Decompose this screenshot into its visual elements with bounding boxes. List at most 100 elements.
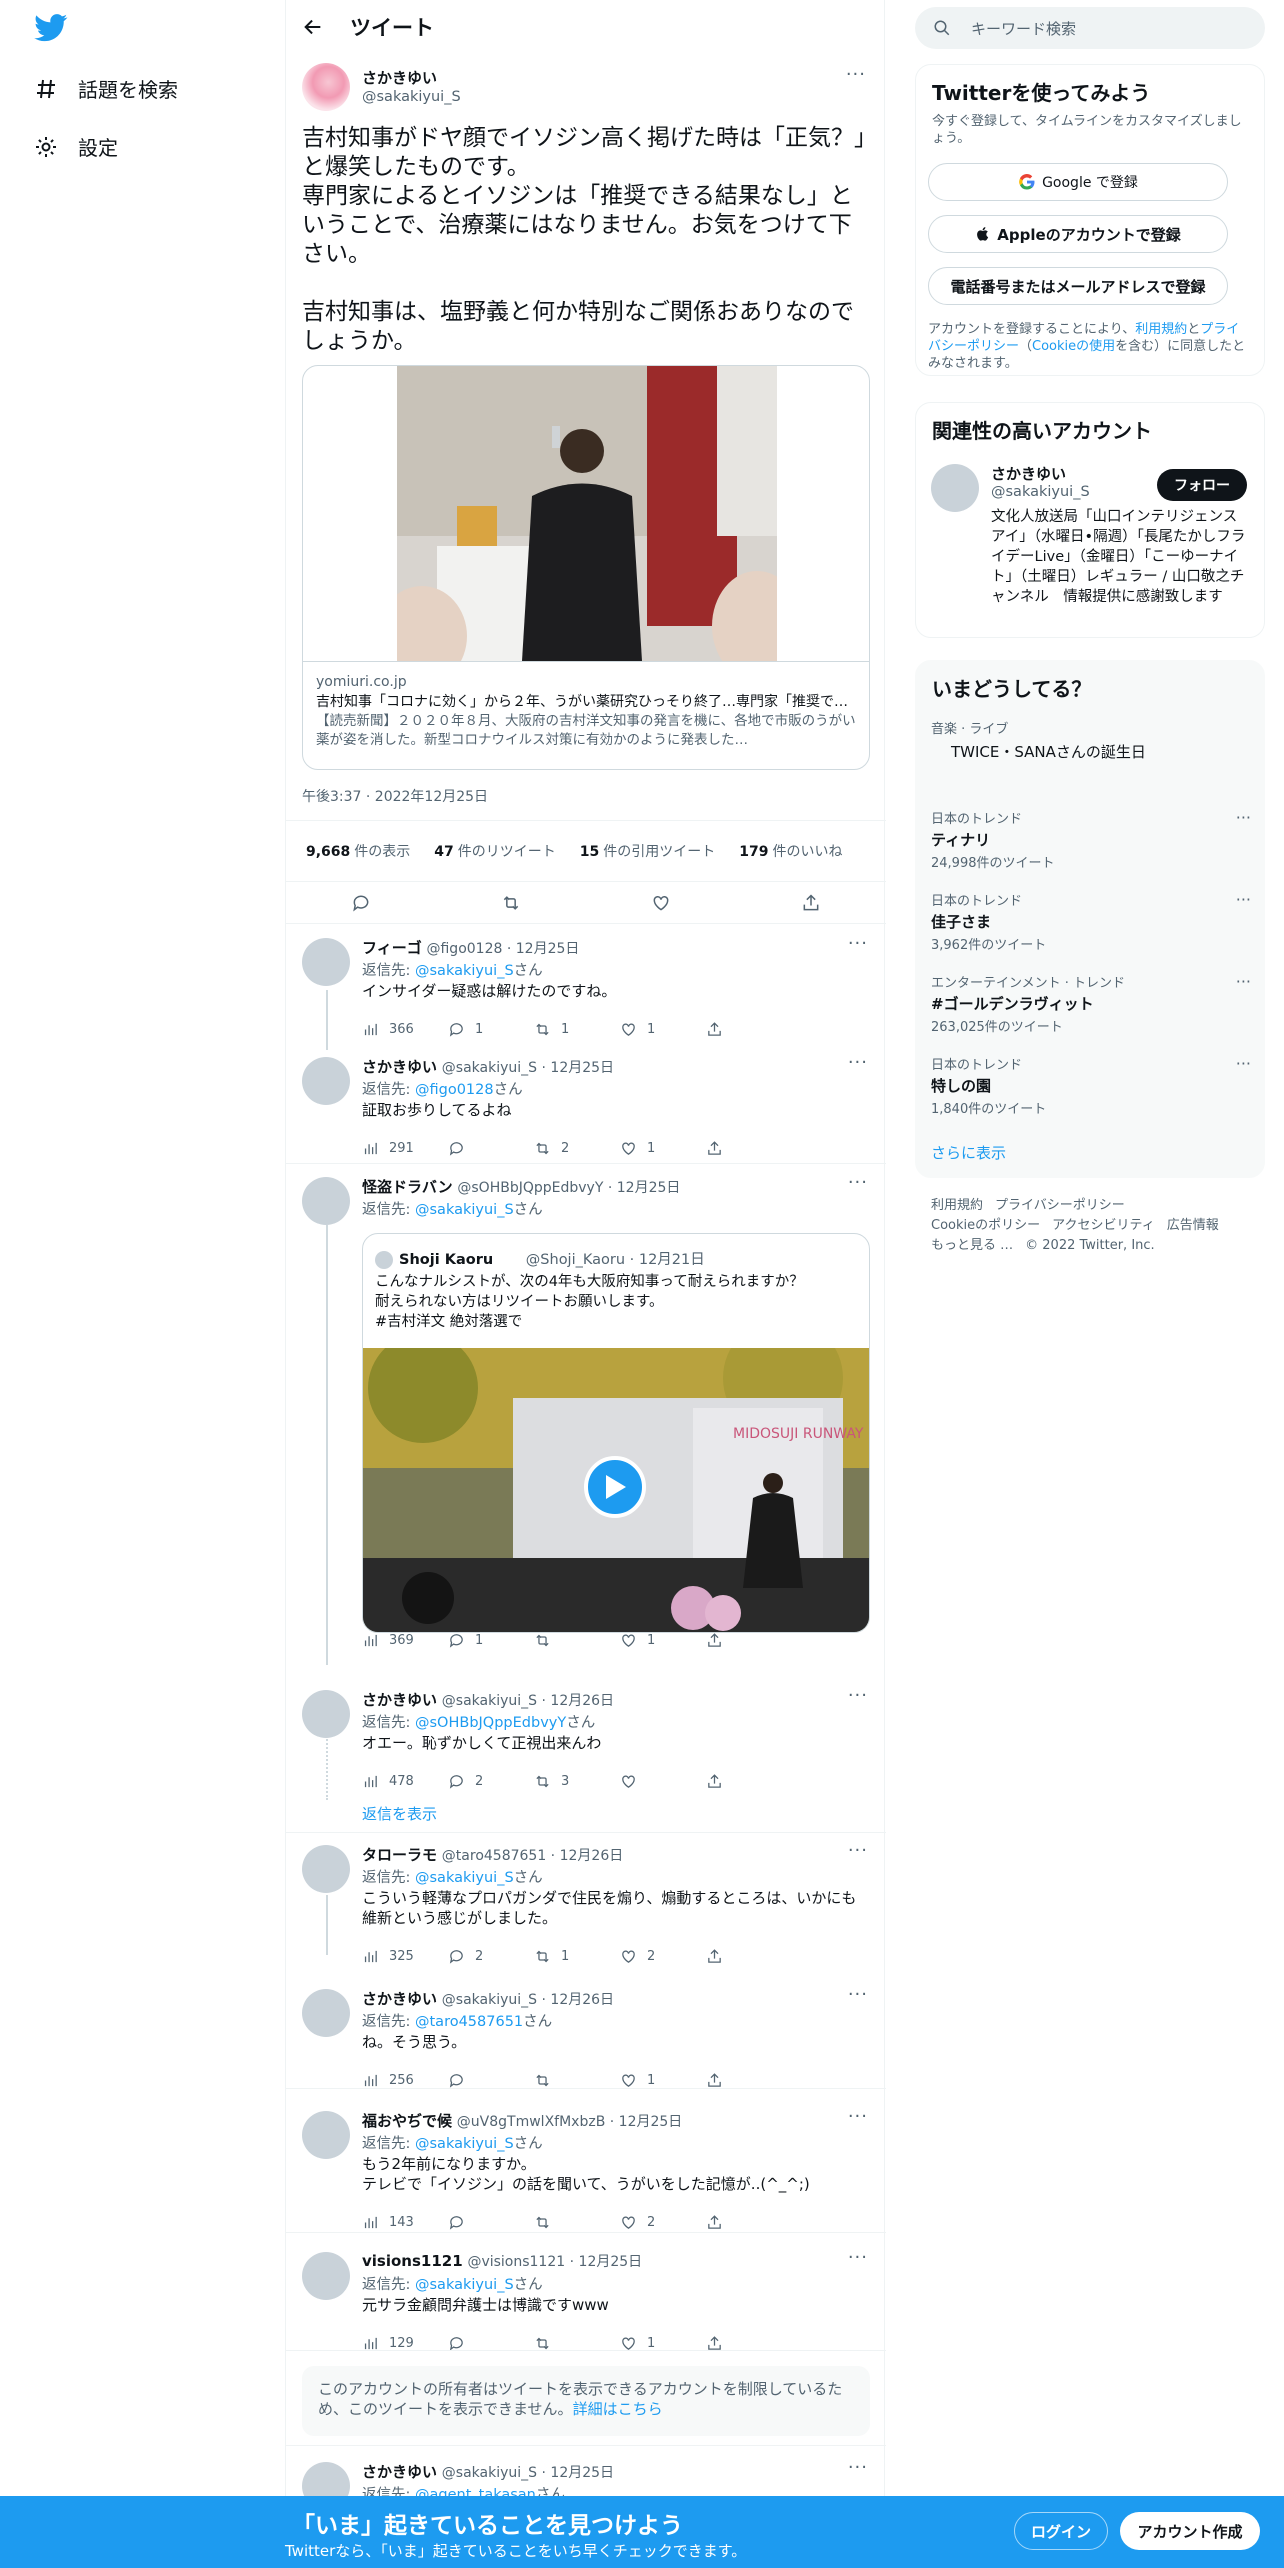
- footer-more[interactable]: もっと見る …: [931, 1238, 1013, 1253]
- follow-button[interactable]: フォロー: [1157, 469, 1247, 501]
- avatar[interactable]: [302, 2252, 350, 2300]
- like-button[interactable]: [620, 1773, 706, 1790]
- more-icon[interactable]: ···: [848, 2457, 868, 2478]
- reply-author[interactable]: 怪盗ドラバン @sOHBbJQppEdbvyY · 12月25日: [362, 1176, 680, 1197]
- reply-button[interactable]: 1: [448, 1021, 534, 1038]
- retweet-icon[interactable]: [501, 893, 521, 913]
- stat-retweets[interactable]: 47 件のリツイート: [434, 841, 555, 861]
- author-handle[interactable]: @sakakiyui_S: [362, 89, 461, 105]
- related-handle[interactable]: @sakakiyui_S: [991, 484, 1090, 500]
- avatar[interactable]: [302, 2111, 350, 2159]
- retweet-button[interactable]: 1: [534, 1021, 620, 1038]
- google-signup-button[interactable]: Google で登録: [928, 163, 1228, 201]
- retweet-button[interactable]: [534, 2214, 620, 2231]
- show-more-trends[interactable]: さらに表示: [931, 1142, 1006, 1163]
- nav-explore[interactable]: 話題を検索: [34, 74, 178, 103]
- footer-accessibility[interactable]: アクセシビリティ: [1052, 1218, 1155, 1233]
- show-replies-link[interactable]: 返信を表示: [362, 1803, 437, 1824]
- trend-item[interactable]: 日本のトレンド ティナリ 24,998件のツイート ···: [931, 808, 1251, 871]
- avatar[interactable]: [302, 1690, 350, 1738]
- reply-author[interactable]: さかきゆい @sakakiyui_S · 12月25日: [362, 2461, 614, 2482]
- reply-to-link[interactable]: @sakakiyui_S: [415, 2277, 514, 2293]
- more-icon[interactable]: ···: [1236, 890, 1251, 909]
- views-stat[interactable]: 369: [362, 1632, 448, 1649]
- more-icon[interactable]: ···: [1236, 1054, 1251, 1073]
- related-avatar[interactable]: [931, 464, 979, 512]
- twitter-logo-icon[interactable]: [34, 14, 68, 42]
- share-button[interactable]: [706, 2214, 792, 2231]
- reply-author[interactable]: visions1121 @visions1121 · 12月25日: [362, 2251, 642, 2271]
- avatar[interactable]: [302, 1177, 350, 1225]
- reply-to-link[interactable]: @figo0128: [415, 1082, 494, 1098]
- login-button[interactable]: ログイン: [1014, 2512, 1108, 2550]
- phone-signup-button[interactable]: 電話番号またはメールアドレスで登録: [928, 267, 1228, 305]
- avatar[interactable]: [302, 1989, 350, 2037]
- author-name[interactable]: さかきゆい: [362, 67, 437, 88]
- reply-author[interactable]: さかきゆい @sakakiyui_S · 12月25日: [362, 1056, 614, 1077]
- reply-button[interactable]: 2: [448, 1948, 534, 1965]
- reply-to-link[interactable]: @sOHBbJQppEdbvyY: [415, 1715, 566, 1731]
- share-button[interactable]: [706, 1773, 792, 1790]
- reply-button[interactable]: 1: [448, 1632, 534, 1649]
- avatar[interactable]: [302, 1845, 350, 1893]
- quoted-tweet[interactable]: Shoji Kaoru @Shoji_Kaoru · 12月21日 こんなナルシ…: [362, 1233, 870, 1633]
- like-button[interactable]: 1: [620, 1632, 706, 1649]
- views-stat[interactable]: 478: [362, 1773, 448, 1790]
- reply-to-link[interactable]: @sakakiyui_S: [415, 2136, 514, 2152]
- footer-cookie[interactable]: Cookieのポリシー: [931, 1218, 1040, 1233]
- avatar[interactable]: [302, 1057, 350, 1105]
- cookie-link[interactable]: Cookieの使用: [1032, 339, 1115, 354]
- avatar[interactable]: [302, 938, 350, 986]
- views-stat[interactable]: 256: [362, 2072, 448, 2089]
- views-stat[interactable]: 366: [362, 1021, 448, 1038]
- share-button[interactable]: [706, 2072, 792, 2089]
- more-icon[interactable]: ···: [1236, 972, 1251, 991]
- reply-author[interactable]: 福おやぢで候 @uV8gTmwlXfMxbzB · 12月25日: [362, 2110, 682, 2131]
- views-stat[interactable]: 291: [362, 1140, 448, 1157]
- learn-more-link[interactable]: 詳細はこちら: [573, 2400, 663, 2418]
- trend-item[interactable]: エンターテインメント · トレンド #ゴールデンラヴィット 263,025件のツ…: [931, 972, 1251, 1035]
- trend-item[interactable]: 日本のトレンド 佳子さま 3,962件のツイート ···: [931, 890, 1251, 953]
- more-icon[interactable]: ···: [848, 1685, 868, 1706]
- more-icon[interactable]: ···: [848, 933, 868, 954]
- more-icon[interactable]: ···: [848, 1052, 868, 1073]
- retweet-button[interactable]: 3: [534, 1773, 620, 1790]
- reply-to-link[interactable]: @sakakiyui_S: [415, 963, 514, 979]
- reply-to-link[interactable]: @taro4587651: [415, 2014, 523, 2030]
- reply-author[interactable]: フィーゴ @figo0128 · 12月25日: [362, 937, 579, 958]
- retweet-button[interactable]: [534, 1632, 620, 1649]
- more-icon[interactable]: ···: [846, 64, 866, 85]
- terms-link[interactable]: 利用規約: [1135, 322, 1187, 337]
- reply-button[interactable]: [448, 2072, 534, 2089]
- reply-button[interactable]: 2: [448, 1773, 534, 1790]
- reply-to-link[interactable]: @sakakiyui_S: [415, 1870, 514, 1886]
- reply-author[interactable]: さかきゆい @sakakiyui_S · 12月26日: [362, 1689, 614, 1710]
- more-icon[interactable]: ···: [848, 1172, 868, 1193]
- like-button[interactable]: 1: [620, 1021, 706, 1038]
- apple-signup-button[interactable]: Appleのアカウントで登録: [928, 215, 1228, 253]
- reply-to-link[interactable]: @sakakiyui_S: [415, 1202, 514, 1218]
- views-stat[interactable]: 143: [362, 2214, 448, 2231]
- views-stat[interactable]: 325: [362, 1948, 448, 1965]
- retweet-button[interactable]: 1: [534, 1948, 620, 1965]
- avatar[interactable]: [302, 63, 350, 111]
- like-button[interactable]: 2: [620, 2214, 706, 2231]
- more-icon[interactable]: ···: [1236, 808, 1251, 827]
- link-card[interactable]: yomiuri.co.jp 吉村知事「コロナに効く」から２年、うがい薬研究ひっそ…: [302, 365, 870, 770]
- footer-privacy[interactable]: プライバシーポリシー: [995, 1198, 1125, 1213]
- stat-quotes[interactable]: 15 件の引用ツイート: [580, 841, 715, 861]
- share-button[interactable]: [706, 1021, 792, 1038]
- share-button[interactable]: [706, 1948, 792, 1965]
- share-button[interactable]: [706, 1140, 792, 1157]
- tweet-timestamp[interactable]: 午後3:37 · 2022年12月25日: [302, 786, 488, 806]
- more-icon[interactable]: ···: [848, 1984, 868, 2005]
- play-button[interactable]: [584, 1456, 646, 1518]
- search-input[interactable]: キーワード検索: [971, 18, 1076, 39]
- like-button[interactable]: 1: [620, 2072, 706, 2089]
- related-name[interactable]: さかきゆい: [991, 463, 1066, 484]
- search-bar[interactable]: キーワード検索: [915, 7, 1265, 49]
- stat-likes[interactable]: 179 件のいいね: [739, 841, 842, 861]
- reply-button[interactable]: [448, 2214, 534, 2231]
- reply-icon[interactable]: [351, 893, 371, 913]
- trend-item[interactable]: 日本のトレンド 特しの園 1,840件のツイート ···: [931, 1054, 1251, 1117]
